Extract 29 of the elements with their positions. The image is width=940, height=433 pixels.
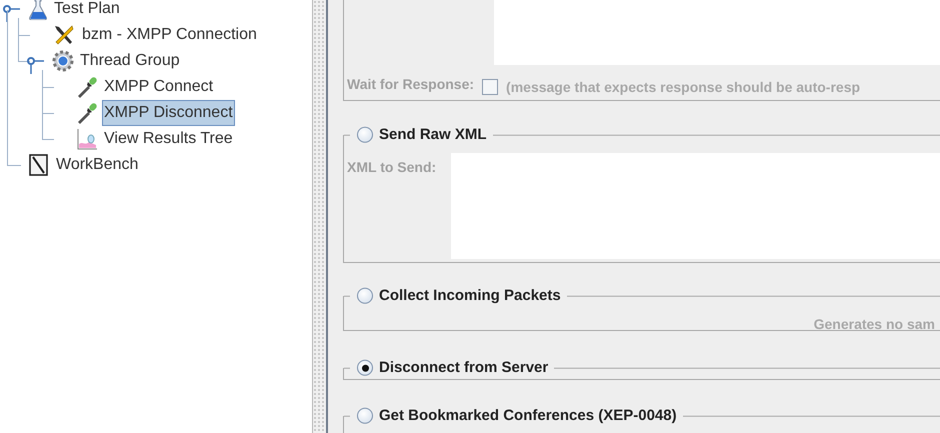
radio-button[interactable] <box>357 288 373 304</box>
tree-item[interactable]: View Results Tree <box>102 126 235 152</box>
tools-icon <box>52 23 76 47</box>
radio-button[interactable] <box>357 408 373 424</box>
chart-icon <box>76 128 98 150</box>
tree-item[interactable]: WorkBench <box>54 152 140 178</box>
notebook-icon <box>28 154 50 176</box>
field-label: XML to Send: <box>347 158 436 177</box>
tree-item[interactable]: Test Plan <box>52 0 122 22</box>
field-label: Wait for Response: <box>347 75 474 94</box>
radio-button[interactable] <box>357 360 373 376</box>
gear-icon <box>52 50 74 72</box>
checkbox[interactable] <box>482 78 498 94</box>
option-label[interactable]: Collect Incoming Packets <box>379 284 561 308</box>
tree-item[interactable]: bzm - XMPP Connection <box>80 22 259 48</box>
option-label[interactable]: Get Bookmarked Conferences (XEP-0048) <box>379 404 677 428</box>
hint-text: Generates no sam <box>814 315 935 334</box>
tree-item[interactable]: XMPP Connect <box>102 74 216 100</box>
hint-text: (message that expects response should be auto-resp <box>506 78 860 97</box>
expanded-toggle-icon[interactable] <box>26 56 44 74</box>
radio-button[interactable] <box>357 127 373 143</box>
expanded-toggle-icon[interactable] <box>2 4 20 22</box>
option-label[interactable]: Send Raw XML <box>379 124 487 146</box>
tree-item[interactable]: XMPP Disconnect <box>102 100 235 126</box>
option-label[interactable]: Disconnect from Server <box>379 356 548 380</box>
dropper-icon <box>76 102 98 124</box>
dropper-icon <box>76 76 98 98</box>
tree-item[interactable]: Thread Group <box>78 48 182 74</box>
flask-icon <box>28 0 48 20</box>
